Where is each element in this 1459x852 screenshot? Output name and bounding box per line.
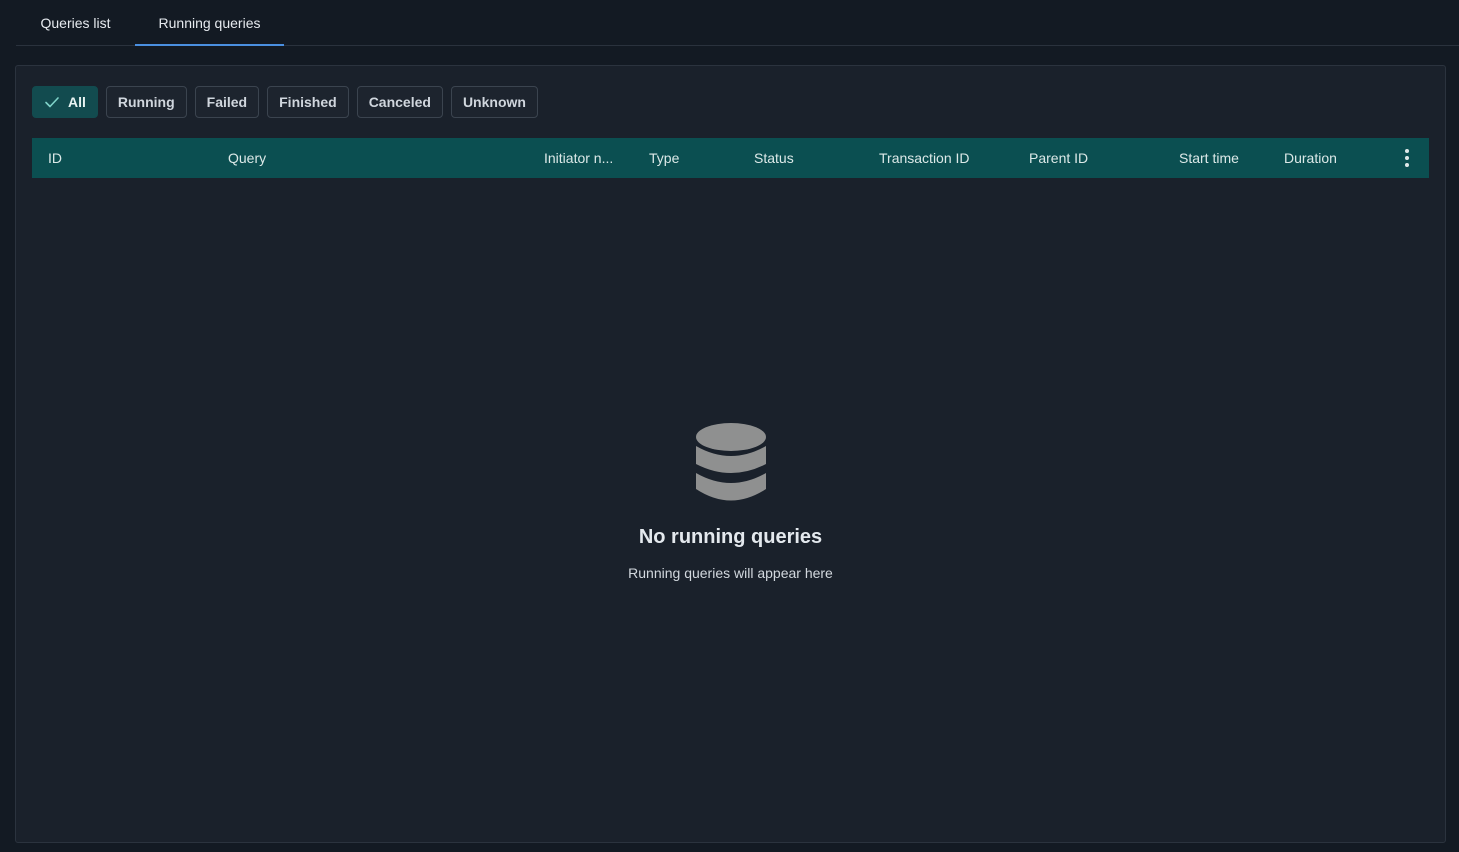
column-header-query[interactable]: Query <box>228 138 266 178</box>
column-header-start-time[interactable]: Start time <box>1179 138 1239 178</box>
running-queries-panel: All Running Failed Finished Canceled Unk… <box>15 65 1446 843</box>
empty-state-title: No running queries <box>638 526 823 548</box>
table-header: ID Query Initiator n... Type Status Tran… <box>32 138 1429 178</box>
column-header-transaction-id[interactable]: Transaction ID <box>879 138 970 178</box>
column-header-type[interactable]: Type <box>649 138 679 178</box>
filter-finished-chip[interactable]: Finished <box>267 86 349 118</box>
empty-state: No running queries Running queries will … <box>16 422 1445 581</box>
column-header-initiator[interactable]: Initiator n... <box>544 138 613 178</box>
tab-queries-list[interactable]: Queries list <box>16 0 135 45</box>
check-icon <box>45 97 59 108</box>
filter-unknown-chip[interactable]: Unknown <box>450 86 538 118</box>
empty-state-subtitle: Running queries will appear here <box>628 565 833 581</box>
tab-bar: Queries list Running queries <box>16 0 1459 46</box>
column-header-parent-id[interactable]: Parent ID <box>1029 138 1088 178</box>
filter-all-chip[interactable]: All <box>32 86 98 118</box>
column-header-status[interactable]: Status <box>754 138 794 178</box>
database-icon <box>695 423 766 501</box>
filter-canceled-chip[interactable]: Canceled <box>356 86 443 118</box>
filter-failed-chip[interactable]: Failed <box>194 86 260 118</box>
filter-all-label: All <box>68 94 86 110</box>
column-header-id[interactable]: ID <box>48 138 62 178</box>
status-filter-group: All Running Failed Finished Canceled Unk… <box>32 86 538 118</box>
filter-running-chip[interactable]: Running <box>105 86 187 118</box>
more-options-icon[interactable] <box>1397 148 1417 168</box>
tab-running-queries[interactable]: Running queries <box>135 0 284 46</box>
column-header-duration[interactable]: Duration <box>1284 138 1337 178</box>
